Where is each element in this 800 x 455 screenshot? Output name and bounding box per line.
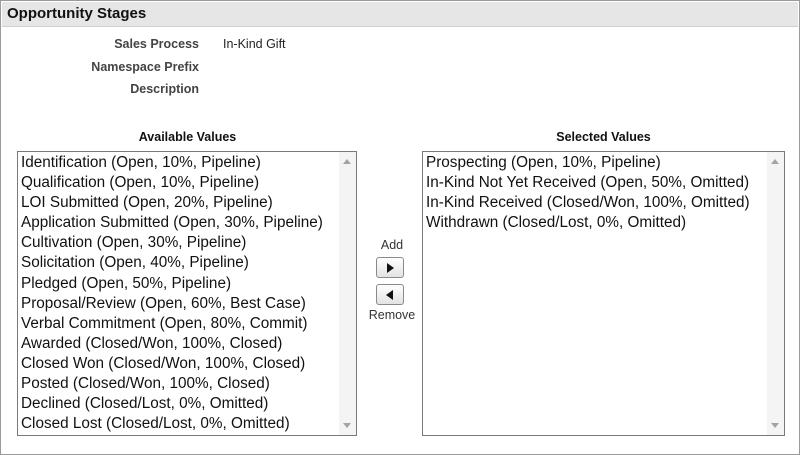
scroll-up-icon[interactable] <box>343 159 351 164</box>
list-item[interactable]: Posted (Closed/Won, 100%, Closed) <box>21 374 338 394</box>
info-row-sales-process: Sales Process In-Kind Gift <box>1 37 800 57</box>
scroll-down-icon[interactable] <box>343 423 351 428</box>
available-values-title: Available Values <box>138 130 237 144</box>
list-item[interactable]: In-Kind Received (Closed/Won, 100%, Omit… <box>426 193 766 213</box>
section-title: Opportunity Stages <box>2 2 798 27</box>
list-item[interactable]: Pledged (Open, 50%, Pipeline) <box>21 274 338 294</box>
selected-values-title: Selected Values <box>556 130 651 144</box>
list-item[interactable]: In-Kind Not Yet Received (Open, 50%, Omi… <box>426 173 766 193</box>
list-item[interactable]: Identification (Open, 10%, Pipeline) <box>21 153 338 173</box>
list-item[interactable]: Verbal Commitment (Open, 80%, Commit) <box>21 314 338 334</box>
selected-scrollbar[interactable] <box>767 152 784 435</box>
info-label: Sales Process <box>114 37 199 51</box>
add-label: Add <box>380 238 404 252</box>
list-item[interactable]: Declined (Closed/Lost, 0%, Omitted) <box>21 394 338 414</box>
list-item[interactable]: Closed Lost (Closed/Lost, 0%, Omitted) <box>21 414 338 434</box>
list-item[interactable]: Closed Won (Closed/Won, 100%, Closed) <box>21 354 338 374</box>
available-scrollbar[interactable] <box>339 152 356 435</box>
available-values-list[interactable]: Identification (Open, 10%, Pipeline) Qual… <box>17 151 357 436</box>
selected-values-list[interactable]: Prospecting (Open, 10%, Pipeline) In-Kind… <box>422 151 785 436</box>
list-item[interactable]: Application Submitted (Open, 30%, Pipeli… <box>21 213 338 233</box>
scroll-up-icon[interactable] <box>771 159 779 164</box>
list-item[interactable]: Qualification (Open, 10%, Pipeline) <box>21 173 338 193</box>
list-item[interactable]: Awarded (Closed/Won, 100%, Closed) <box>21 334 338 354</box>
opportunity-stages-panel: Opportunity Stages Sales Process In-Kind… <box>0 0 800 455</box>
info-row-description: Description <box>1 82 800 102</box>
info-row-namespace-prefix: Namespace Prefix <box>1 60 800 80</box>
arrow-left-icon <box>386 290 393 300</box>
arrow-right-icon <box>387 263 394 273</box>
list-item[interactable]: Prospecting (Open, 10%, Pipeline) <box>426 153 766 173</box>
info-value: In-Kind Gift <box>223 37 286 51</box>
info-label: Description <box>130 82 199 96</box>
scroll-down-icon[interactable] <box>771 423 779 428</box>
available-values-items: Identification (Open, 10%, Pipeline) Qual… <box>21 153 338 434</box>
list-item[interactable]: Proposal/Review (Open, 60%, Best Case) <box>21 294 338 314</box>
list-item[interactable]: Withdrawn (Closed/Lost, 0%, Omitted) <box>426 213 766 233</box>
remove-button[interactable] <box>376 284 404 305</box>
list-item[interactable]: Solicitation (Open, 40%, Pipeline) <box>21 253 338 273</box>
list-item[interactable]: Cultivation (Open, 30%, Pipeline) <box>21 233 338 253</box>
list-item[interactable]: LOI Submitted (Open, 20%, Pipeline) <box>21 193 338 213</box>
info-label: Namespace Prefix <box>91 60 199 74</box>
remove-label: Remove <box>368 308 416 322</box>
selected-values-items: Prospecting (Open, 10%, Pipeline) In-Kind… <box>426 153 766 233</box>
add-button[interactable] <box>376 257 404 278</box>
